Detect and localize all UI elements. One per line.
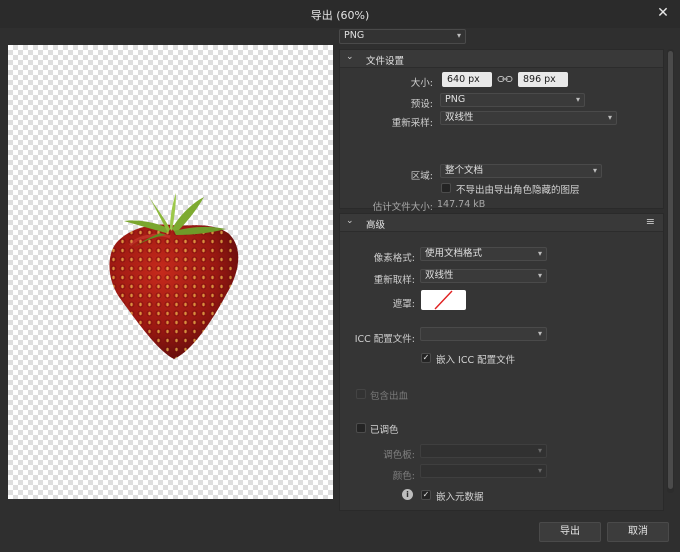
colors-label: 颜色: xyxy=(392,471,415,482)
info-icon[interactable]: i xyxy=(402,489,413,500)
palettised-checkbox[interactable] xyxy=(356,423,366,433)
advanced-resample-value: 双线性 xyxy=(425,270,454,281)
pixel-format-label: 像素格式: xyxy=(373,253,415,264)
chevron-down-icon: ▾ xyxy=(607,113,612,122)
section-title: 高级 xyxy=(366,220,386,231)
preset-label: 预设: xyxy=(410,99,433,110)
chevron-down-icon: ⌄ xyxy=(346,216,354,226)
section-title: 文件设置 xyxy=(366,56,405,67)
close-icon[interactable]: ✕ xyxy=(654,4,672,22)
file-settings-header[interactable]: ⌄ 文件设置 xyxy=(340,50,663,68)
area-dropdown[interactable]: 整个文档 ▾ xyxy=(440,164,602,178)
colors-dropdown[interactable]: ▾ xyxy=(420,464,547,478)
width-field[interactable]: 640 px xyxy=(442,72,492,87)
chevron-down-icon: ▾ xyxy=(592,166,597,175)
advanced-resample-label: 重新取样: xyxy=(373,275,415,286)
panel-scrollbar[interactable] xyxy=(667,49,674,493)
chevron-down-icon: ⌄ xyxy=(346,52,354,62)
icc-label: ICC 配置文件: xyxy=(354,334,415,345)
embed-metadata-checkbox[interactable]: ✓ xyxy=(421,490,431,500)
format-dropdown[interactable]: PNG ▾ xyxy=(339,29,466,44)
window-title: 导出 (60%) xyxy=(310,9,370,22)
palettised-label: 已调色 xyxy=(370,425,399,436)
panel-menu-icon[interactable]: ≡ xyxy=(646,215,655,228)
chevron-down-icon: ▾ xyxy=(456,31,461,40)
resample-dropdown[interactable]: 双线性 ▾ xyxy=(440,111,617,125)
chevron-down-icon: ▾ xyxy=(537,249,542,258)
resample-value: 双线性 xyxy=(445,112,474,123)
export-button[interactable]: 导出 xyxy=(539,522,601,542)
advanced-resample-dropdown[interactable]: 双线性 ▾ xyxy=(420,269,547,283)
palette-dropdown[interactable]: ▾ xyxy=(420,444,547,458)
embed-icc-checkbox[interactable]: ✓ xyxy=(421,353,431,363)
embed-icc-label: 嵌入 ICC 配置文件 xyxy=(436,355,516,366)
chevron-down-icon: ▾ xyxy=(537,466,542,475)
format-value: PNG xyxy=(344,30,365,41)
scrollbar-thumb[interactable] xyxy=(668,51,673,489)
no-color-icon xyxy=(434,290,453,310)
embed-metadata-label: 嵌入元数据 xyxy=(436,492,484,503)
resample-label: 重新采样: xyxy=(391,118,433,129)
hide-layers-checkbox[interactable] xyxy=(441,183,451,193)
size-label: 大小: xyxy=(410,78,433,89)
icc-dropdown[interactable]: ▾ xyxy=(420,327,547,341)
pixel-format-value: 使用文档格式 xyxy=(425,248,483,259)
link-icon[interactable] xyxy=(497,75,513,84)
chevron-down-icon: ▾ xyxy=(575,95,580,104)
estimate-label: 估计文件大小: xyxy=(372,202,433,213)
palette-label: 调色板: xyxy=(383,450,415,461)
area-label: 区域: xyxy=(410,171,433,182)
title-bar: 导出 (60%) ✕ xyxy=(0,0,680,28)
chevron-down-icon: ▾ xyxy=(537,329,542,338)
advanced-header[interactable]: ⌄ 高级 ≡ xyxy=(340,214,663,232)
preset-dropdown[interactable]: PNG ▾ xyxy=(440,93,585,107)
area-value: 整个文档 xyxy=(445,165,484,176)
chevron-down-icon: ▾ xyxy=(537,446,542,455)
height-field[interactable]: 896 px xyxy=(518,72,568,87)
cancel-button[interactable]: 取消 xyxy=(607,522,669,542)
strawberry-image xyxy=(109,193,239,359)
include-bleed-checkbox[interactable] xyxy=(356,389,366,399)
include-bleed-label: 包含出血 xyxy=(370,391,409,402)
matte-swatch[interactable] xyxy=(421,290,466,310)
estimate-value: 147.74 kB xyxy=(437,199,486,210)
matte-label: 遮罩: xyxy=(392,299,415,310)
pixel-format-dropdown[interactable]: 使用文档格式 ▾ xyxy=(420,247,547,261)
preset-value: PNG xyxy=(445,94,466,105)
chevron-down-icon: ▾ xyxy=(537,271,542,280)
hide-layers-label: 不导出由导出角色隐藏的图层 xyxy=(456,185,580,196)
export-preview xyxy=(8,45,333,499)
